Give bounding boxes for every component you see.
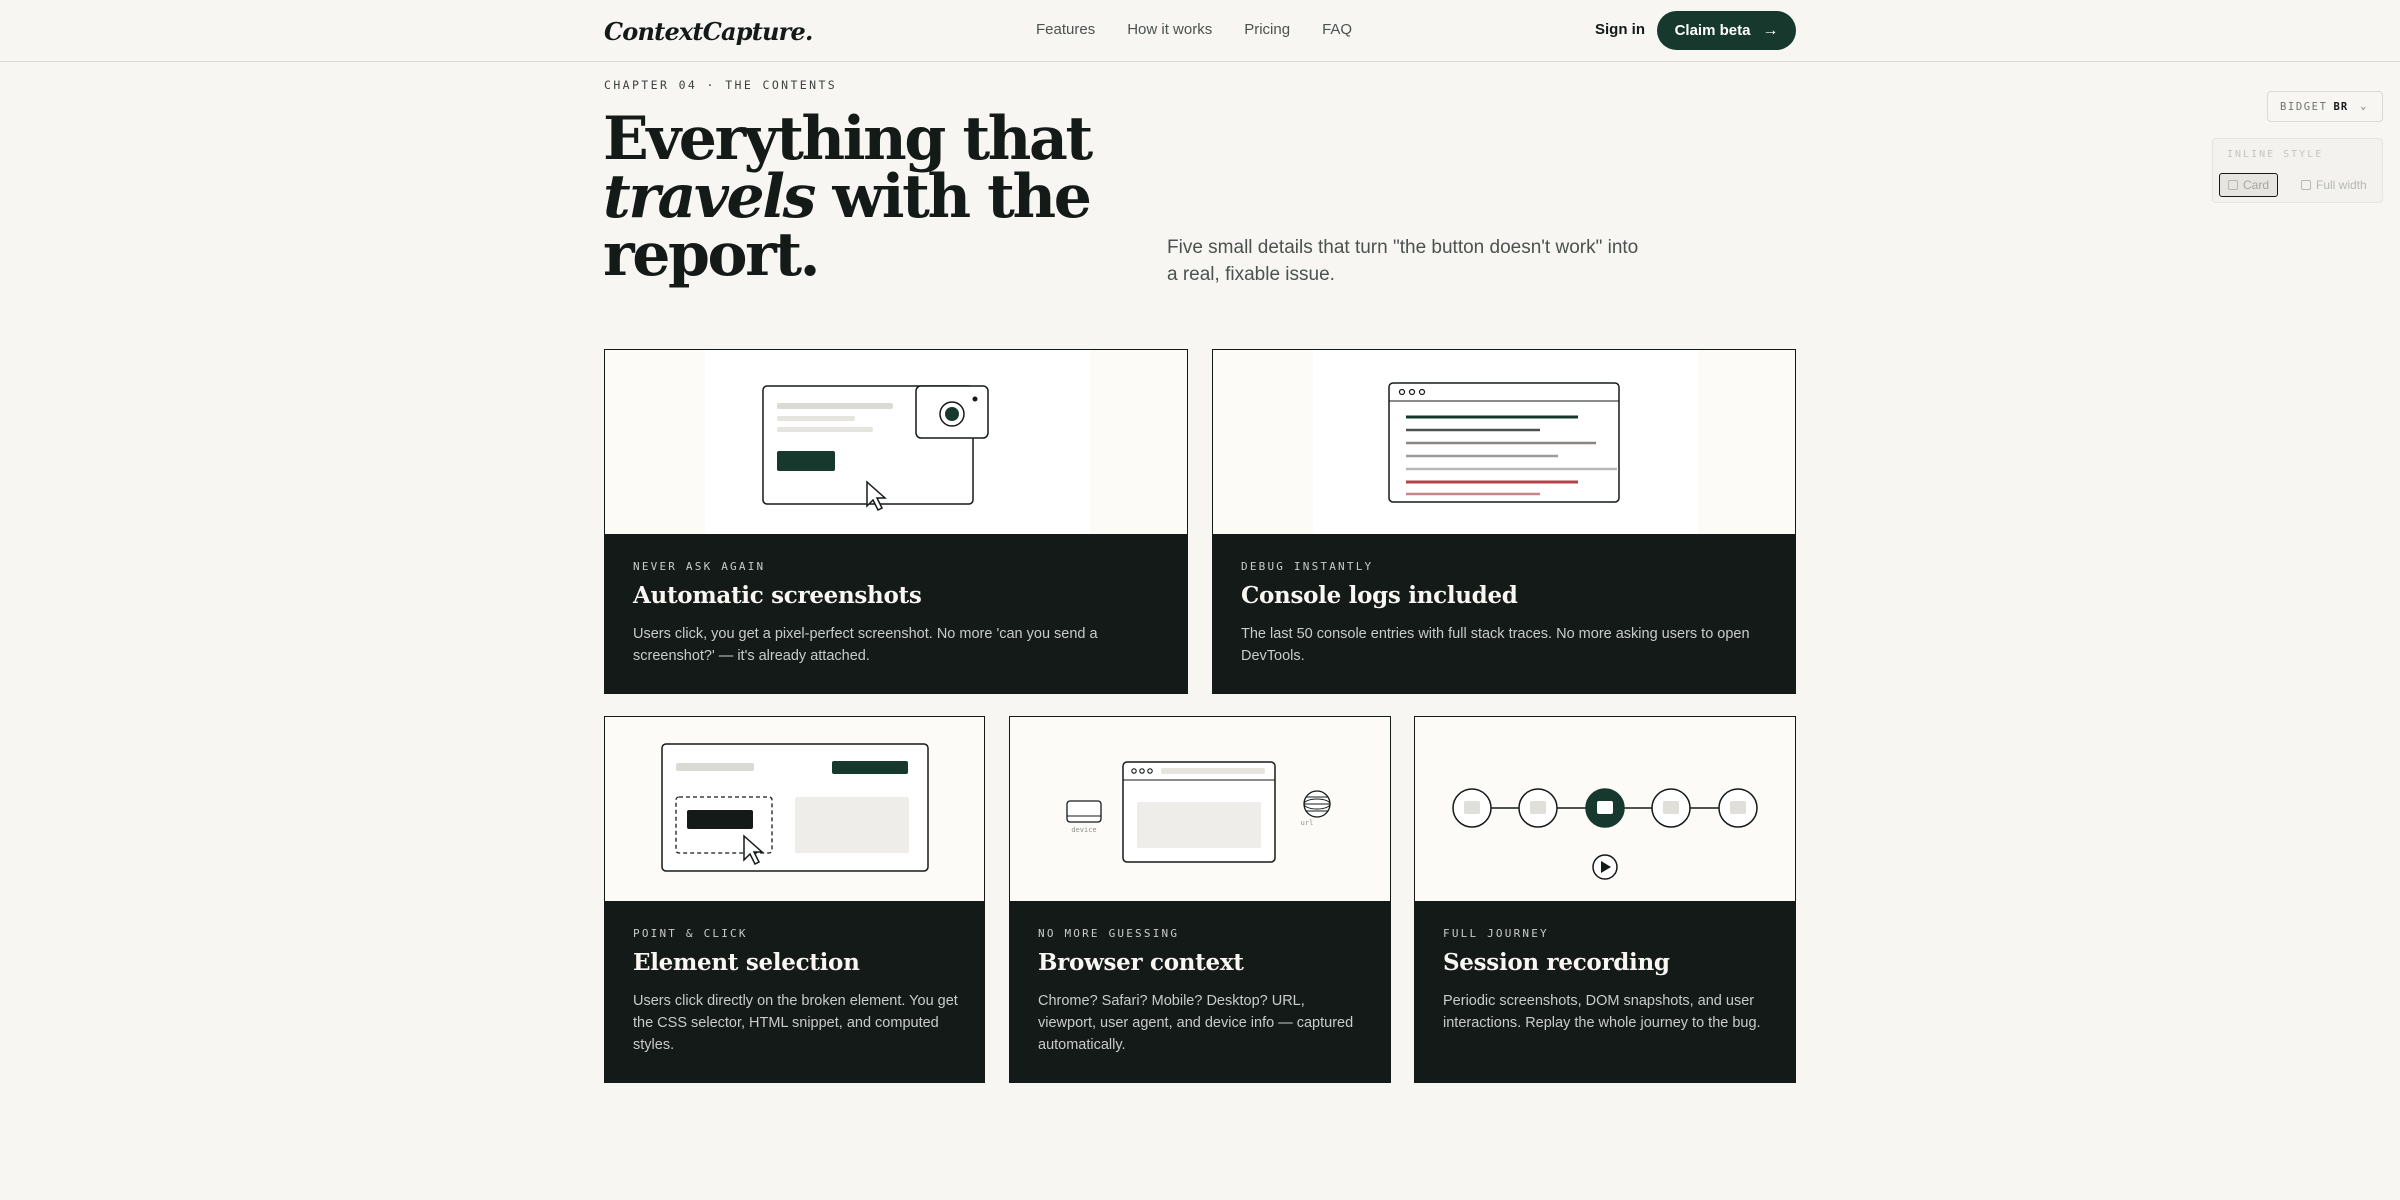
feature-kicker: POINT & CLICK <box>633 927 748 940</box>
full-width-icon <box>2301 180 2311 190</box>
option-full-width[interactable]: Full width <box>2293 173 2375 197</box>
feature-description: Chrome? Safari? Mobile? Desktop? URL, vi… <box>1038 993 1354 1053</box>
headline-line-2: with the <box>814 162 1092 232</box>
feature-card-body: POINT & CLICK Element selection Users cl… <box>605 901 984 1082</box>
feature-title: Console logs included <box>1241 582 1518 609</box>
timeline-step <box>1651 788 1691 828</box>
screenshot-illustration <box>605 350 1187 534</box>
feature-card-session-recording: FULL JOURNEY Session recording Periodic … <box>1414 716 1796 1083</box>
session-recording-illustration <box>1415 717 1795 901</box>
nav-link-features[interactable]: Features <box>1036 21 1095 38</box>
feature-kicker: FULL JOURNEY <box>1443 927 1549 940</box>
feature-card-body: NO MORE GUESSING Browser context Chrome?… <box>1010 901 1390 1082</box>
chapter-eyebrow: CHAPTER 04 · THE CONTENTS <box>604 78 838 92</box>
claim-beta-button[interactable]: Claim beta → <box>1657 11 1796 50</box>
widget-select-value: BR <box>2333 100 2349 113</box>
feature-card-element-selection: POINT & CLICK Element selection Users cl… <box>604 716 985 1083</box>
timeline-step <box>1452 788 1492 828</box>
feature-description: Users click directly on the broken eleme… <box>633 993 958 1053</box>
element-selection-illustration <box>605 717 984 901</box>
feature-description: The last 50 console entries with full st… <box>1241 626 1750 664</box>
device-label: device <box>1071 826 1096 834</box>
feature-title: Session recording <box>1443 949 1670 976</box>
claim-beta-label: Claim beta <box>1674 22 1751 39</box>
nav-link-how-it-works[interactable]: How it works <box>1127 21 1212 38</box>
nav-link-faq[interactable]: FAQ <box>1322 21 1352 38</box>
feature-card-console-logs: DEBUG INSTANTLY Console logs included Th… <box>1212 349 1796 694</box>
top-nav: ContextCapture. Features How it works Pr… <box>0 0 2400 62</box>
headline-line-3: report. <box>603 220 821 290</box>
inline-style-title: INLINE STYLE <box>2227 149 2324 160</box>
feature-card-body: NEVER ASK AGAIN Automatic screenshots Us… <box>605 534 1187 693</box>
widget-select-prefix: BIDGET <box>2280 100 2328 113</box>
card-icon <box>2228 180 2238 190</box>
logo[interactable]: ContextCapture. <box>604 17 813 46</box>
inline-style-panel: INLINE STYLE Card Full width <box>2212 138 2383 203</box>
feature-title: Automatic screenshots <box>633 582 922 609</box>
timeline-step <box>1718 788 1758 828</box>
feature-title: Browser context <box>1038 949 1244 976</box>
url-label: url <box>1301 819 1314 827</box>
browser-context-illustration: device url <box>1010 717 1390 901</box>
hero-lede: Five small details that turn "the button… <box>1167 237 1639 285</box>
feature-card-screenshots: NEVER ASK AGAIN Automatic screenshots Us… <box>604 349 1188 694</box>
feature-kicker: NO MORE GUESSING <box>1038 927 1180 940</box>
button-shape <box>777 451 835 471</box>
option-card-label: Card <box>2243 178 2270 192</box>
widget-position-select[interactable]: BIDGET BR ⌄ <box>2267 91 2383 122</box>
console-illustration <box>1213 350 1795 534</box>
feature-title: Element selection <box>633 949 860 976</box>
feature-description: Periodic screenshots, DOM snapshots, and… <box>1443 993 1761 1031</box>
play-icon <box>1592 854 1618 880</box>
timeline-step <box>1518 788 1558 828</box>
nav-links: Features How it works Pricing FAQ <box>1036 21 1352 38</box>
option-full-width-label: Full width <box>2316 178 2367 192</box>
arrow-right-icon: → <box>1762 21 1779 39</box>
chevron-down-icon: ⌄ <box>2360 101 2368 112</box>
page-headline: Everything that travels with the report. <box>603 109 1243 285</box>
device-icon <box>1066 800 1102 823</box>
nav-link-pricing[interactable]: Pricing <box>1244 21 1290 38</box>
feature-description: Users click, you get a pixel-perfect scr… <box>633 626 1098 664</box>
feature-card-body: FULL JOURNEY Session recording Periodic … <box>1415 901 1795 1082</box>
feature-kicker: NEVER ASK AGAIN <box>633 560 766 573</box>
option-card[interactable]: Card <box>2219 173 2279 197</box>
feature-card-browser-context: device url NO MORE GUESSING Browser cont… <box>1009 716 1391 1083</box>
feature-kicker: DEBUG INSTANTLY <box>1241 560 1374 573</box>
sign-in-link[interactable]: Sign in <box>1595 21 1645 38</box>
feature-card-body: DEBUG INSTANTLY Console logs included Th… <box>1213 534 1795 693</box>
timeline-step-active <box>1585 788 1625 828</box>
